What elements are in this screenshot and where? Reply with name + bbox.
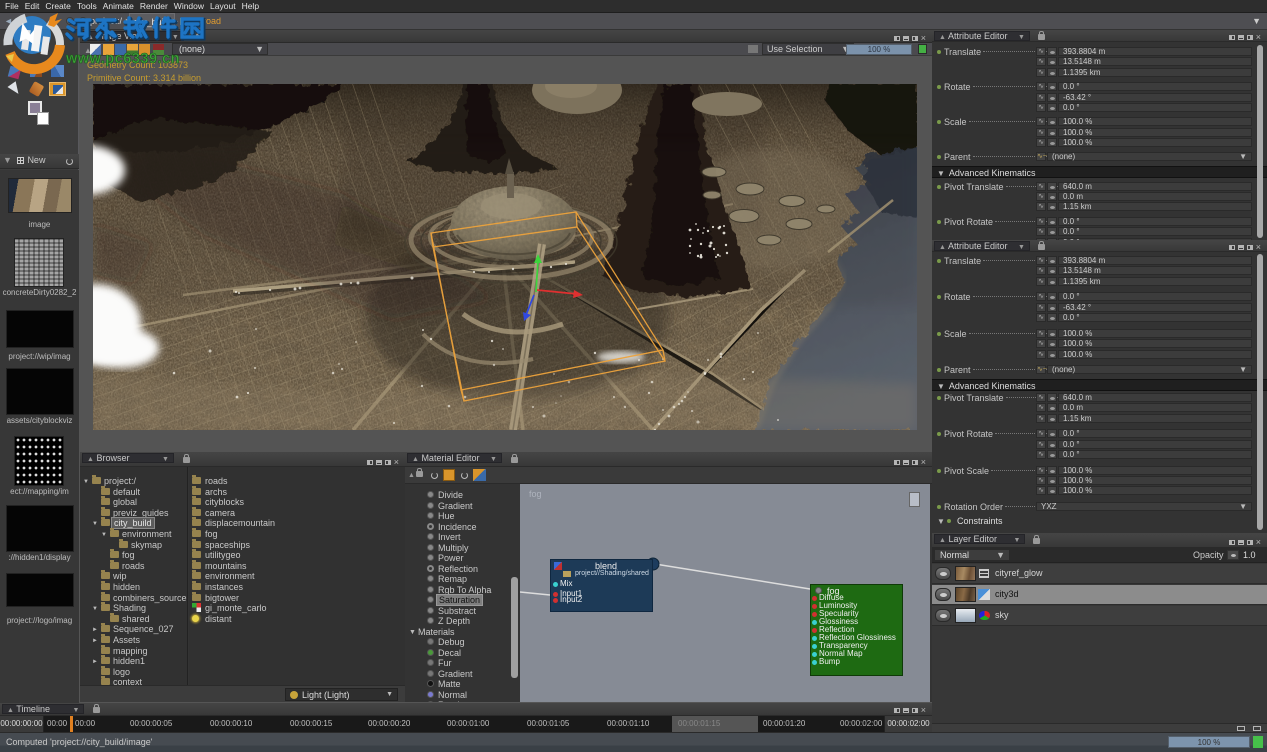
svg-text:www.pc6339.cn: www.pc6339.cn [65, 51, 180, 67]
